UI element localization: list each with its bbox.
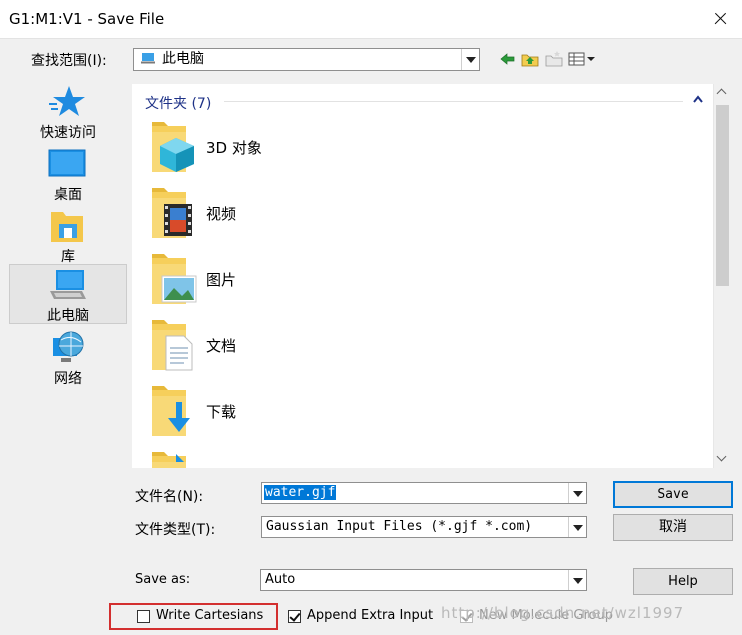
place-label: 库 [61, 249, 75, 265]
chevron-down-icon[interactable] [568, 483, 586, 503]
place-label: 此电脑 [47, 308, 89, 324]
place-desktop[interactable]: 桌面 [9, 144, 127, 204]
this-pc-icon [50, 270, 86, 299]
new-folder-icon[interactable] [545, 50, 563, 68]
title-bar: G1:M1:V1 - Save File [0, 0, 742, 39]
lookin-combo[interactable]: 此电脑 [133, 48, 480, 71]
scroll-up-icon[interactable] [714, 84, 731, 101]
star-icon [49, 86, 85, 116]
place-library[interactable]: 库 [9, 206, 127, 266]
saveas-value: Auto [265, 572, 296, 587]
write-cartesians-label[interactable]: Write Cartesians [156, 608, 263, 623]
item-name: 视频 [206, 205, 237, 223]
group-header: 文件夹 (7) [145, 96, 212, 112]
filetype-select[interactable]: Gaussian Input Files (*.gjf *.com) [261, 516, 587, 538]
network-icon [53, 331, 84, 362]
item-name: 文档 [206, 337, 237, 355]
group-divider [224, 101, 683, 102]
place-label: 快速访问 [40, 125, 96, 141]
place-label: 网络 [54, 371, 82, 387]
item-name: 3D 对象 [206, 139, 262, 157]
item-name: 下载 [206, 403, 237, 421]
lookin-value: 此电脑 [162, 51, 204, 67]
place-label: 桌面 [54, 187, 82, 203]
cancel-button[interactable]: 取消 [613, 514, 733, 541]
chevron-down-icon[interactable] [461, 49, 479, 70]
3d-objects-folder-icon [152, 122, 194, 172]
help-button[interactable]: Help [633, 568, 733, 595]
item-name: 图片 [206, 271, 237, 289]
help-button-label: Help [668, 574, 698, 589]
chevron-down-icon[interactable] [568, 517, 586, 537]
list-item[interactable]: 下载 [148, 382, 548, 442]
vertical-scrollbar[interactable] [713, 84, 731, 468]
library-icon [51, 212, 83, 242]
folder-icon [152, 452, 186, 468]
append-extra-input-label[interactable]: Append Extra Input [307, 608, 433, 623]
documents-folder-icon [152, 320, 193, 371]
list-item-partial[interactable] [148, 448, 548, 468]
places-bar: 快速访问 桌面 库 此电脑 网络 [9, 78, 127, 478]
chevron-down-icon[interactable] [568, 570, 586, 590]
cancel-button-label: 取消 [659, 519, 687, 535]
videos-folder-icon [152, 188, 192, 238]
scroll-thumb[interactable] [716, 105, 729, 286]
list-item[interactable]: 文档 [148, 316, 548, 376]
place-this-pc[interactable]: 此电脑 [9, 264, 127, 324]
save-button[interactable]: Save [613, 481, 733, 508]
list-item[interactable]: 视频 [148, 184, 548, 244]
watermark-text: http://blog.csdn.net/wzl1997 [441, 604, 685, 622]
file-list[interactable]: 文件夹 (7) 3D 对象 视频 图片 文档 下载 [132, 84, 713, 468]
place-network[interactable]: 网络 [9, 328, 127, 388]
filename-input[interactable]: water.gjf [261, 482, 587, 504]
saveas-label: Save as: [135, 572, 191, 587]
view-menu-icon[interactable] [568, 50, 596, 68]
chevron-up-icon[interactable] [693, 95, 703, 103]
filetype-label: 文件类型(T): [135, 522, 216, 538]
lookin-label: 查找范围(I): [31, 53, 107, 69]
desktop-icon [48, 149, 86, 177]
this-pc-small-icon [141, 53, 155, 64]
saveas-select[interactable]: Auto [260, 569, 587, 591]
save-button-label: Save [657, 487, 689, 502]
scroll-down-icon[interactable] [714, 451, 731, 468]
pictures-folder-icon [152, 254, 197, 304]
filetype-value: Gaussian Input Files (*.gjf *.com) [266, 519, 533, 534]
filename-value: water.gjf [264, 485, 337, 500]
list-item[interactable]: 3D 对象 [148, 118, 548, 178]
downloads-folder-icon [152, 386, 190, 436]
filename-label: 文件名(N): [135, 489, 204, 505]
back-icon[interactable] [499, 50, 517, 68]
append-extra-input-checkbox[interactable] [288, 610, 301, 623]
place-quick-access[interactable]: 快速访问 [9, 82, 127, 142]
close-icon[interactable] [698, 0, 742, 38]
write-cartesians-checkbox[interactable] [137, 610, 150, 623]
up-folder-icon[interactable] [521, 50, 539, 68]
window-title: G1:M1:V1 - Save File [9, 10, 165, 28]
list-item[interactable]: 图片 [148, 250, 548, 310]
